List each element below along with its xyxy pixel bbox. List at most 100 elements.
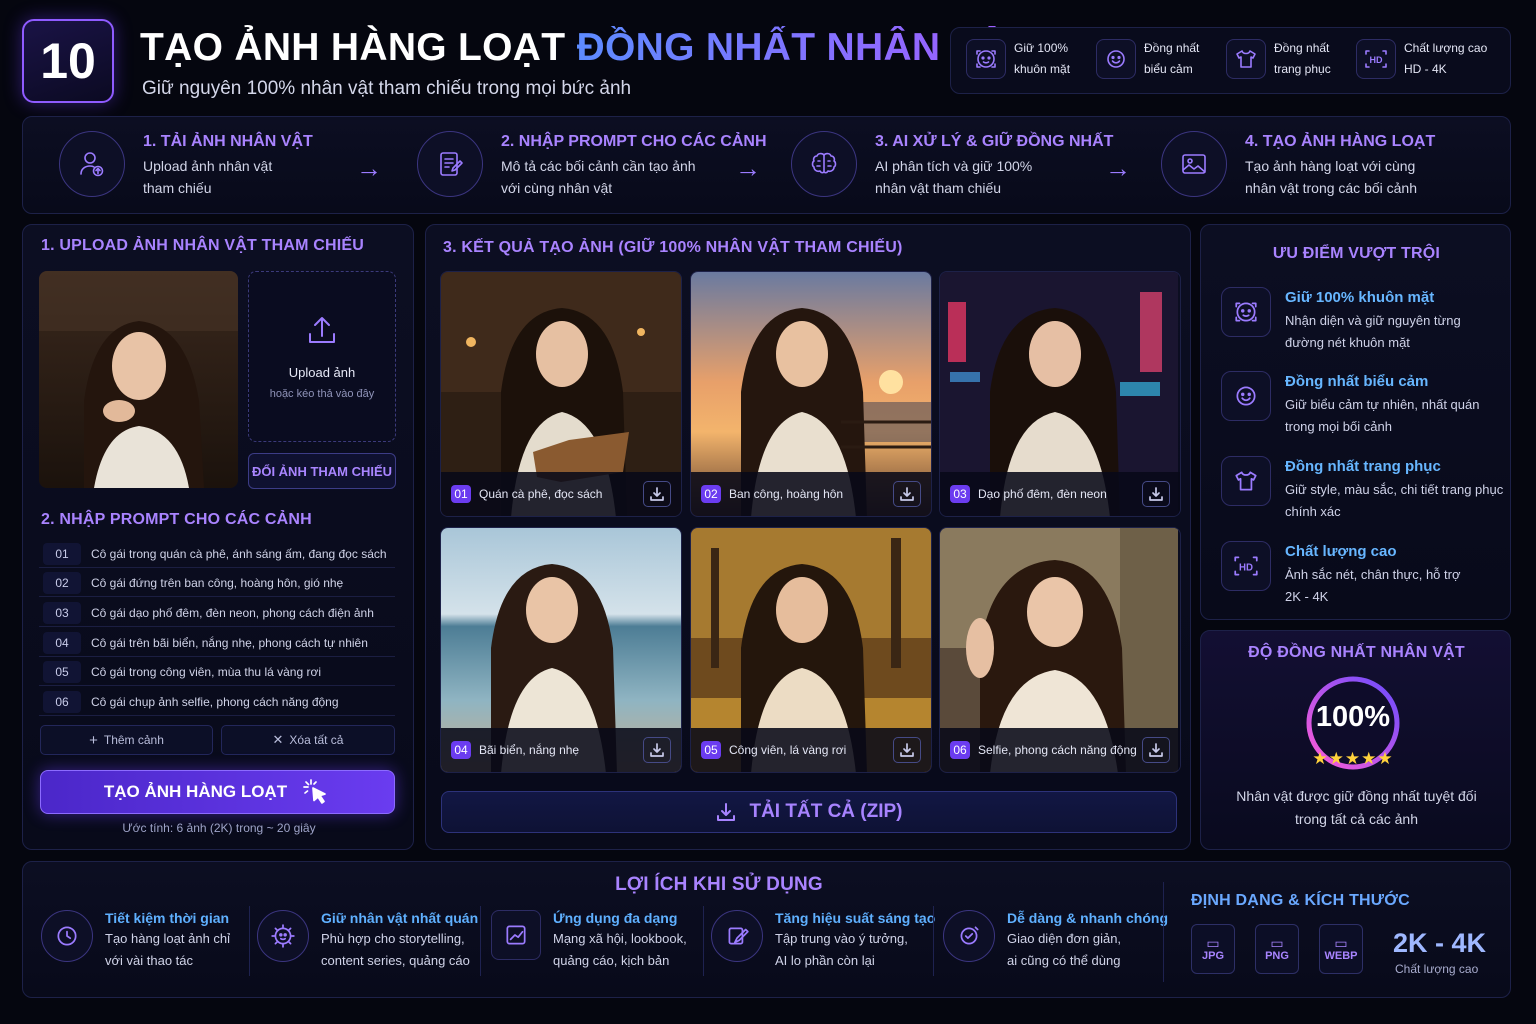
result-number: 02 [701,485,721,503]
edit-document-icon [417,131,483,197]
svg-text:HD: HD [1370,55,1383,65]
generate-batch-button[interactable]: TẠO ẢNH HÀNG LOẠT [40,770,395,814]
user-gear-icon [257,910,309,962]
clear-all-label: Xóa tất cả [289,733,344,747]
prompt-row[interactable]: 05 Cô gái trong công viên, mùa thu lá vàn… [39,659,395,686]
download-button[interactable] [1142,737,1170,763]
number-badge: 10 [22,19,114,103]
advantage-desc: Nhận diện và giữ nguyên từng [1285,313,1461,328]
prompt-number: 04 [43,632,81,654]
result-card[interactable]: 02 Ban công, hoàng hôn [690,271,932,517]
prompt-row[interactable]: 06 Cô gái chụp ảnh selfie, phong cách năn… [39,689,395,716]
feature-label: Chất lượng cao [1404,41,1488,55]
advantage-desc: Giữ style, màu sắc, chi tiết trang phục [1285,482,1504,497]
page-title: TẠO ẢNH HÀNG LOẠT ĐỒNG NHẤT NHÂN VẬT [140,26,1030,70]
result-caption-bar: 02 Ban công, hoàng hôn [691,472,931,516]
result-number: 01 [451,485,471,503]
prompt-number: 03 [43,602,81,624]
input-panel: 1. UPLOAD ẢNH NHÂN VẬT THAM CHIẾU Upload… [22,224,414,850]
result-card[interactable]: 03 Dạo phố đêm, đèn neon [939,271,1181,517]
shirt-icon [1226,39,1266,79]
step-3: 3. AI XỬ LÝ & GIỮ ĐỒNG NHẤT AI phân tích … [791,131,1113,199]
add-scene-button[interactable]: + Thêm cảnh [40,725,213,755]
step-2: 2. NHẬP PROMPT CHO CÁC CẢNH Mô tả các bối… [417,131,767,199]
consistency-line: trong tất cả các ảnh [1295,811,1418,827]
result-card[interactable]: 04 Bãi biển, nắng nhẹ [440,527,682,773]
prompt-text: Cô gái trong quán cà phê, ánh sáng ấm, đ… [91,547,387,561]
hd-icon: HD [1221,541,1271,591]
benefit-desc: Tập trung vào ý tưởng, [775,931,908,946]
step-title: 1. TẢI ẢNH NHÂN VẬT [143,133,313,150]
advantage-desc: chính xác [1285,504,1341,519]
advantage-desc: 2K - 4K [1285,589,1329,604]
prompt-text: Cô gái trên bãi biển, nắng nhẹ, phong cá… [91,636,368,650]
feature-sublabel: biểu cảm [1144,62,1193,76]
advantage-item: HD Chất lượng cao Ảnh sắc nét, chân thực,… [1221,541,1461,608]
user-upload-icon [59,131,125,197]
step-desc: với cùng nhân vật [501,180,613,196]
feature-face: Giữ 100% khuôn mặt [966,38,1070,80]
advantage-title: Chất lượng cao [1285,543,1397,560]
advantage-desc: Giữ biểu cảm tự nhiên, nhất quán [1285,397,1480,412]
step-title: 2. NHẬP PROMPT CHO CÁC CẢNH [501,133,767,150]
download-icon [650,487,664,501]
download-button[interactable] [893,737,921,763]
upload-icon [309,317,335,343]
feature-sublabel: khuôn mặt [1014,62,1071,76]
benefit-item: Giữ nhân vật nhất quán Phù hợp cho storyt… [257,910,478,972]
consistency-percent: 100% [1315,701,1391,733]
upload-section-title: 1. UPLOAD ẢNH NHÂN VẬT THAM CHIẾU [41,237,365,254]
download-all-label: TẢI TẤT CẢ (ZIP) [749,801,903,822]
jpg-format-icon: ▭ JPG [1191,924,1235,974]
swap-reference-button[interactable]: ĐỔI ẢNH THAM CHIẾU [248,453,396,489]
benefit-title: Tăng hiệu suất sáng tạo [775,910,936,926]
result-card[interactable]: 06 Selfie, phong cách năng động [939,527,1181,773]
face-icon [1221,287,1271,337]
result-card[interactable]: 01 Quán cà phê, đọc sách [440,271,682,517]
prompt-row[interactable]: 03 Cô gái dạo phố đêm, đèn neon, phong cá… [39,600,395,627]
reference-photo[interactable] [39,271,238,488]
result-caption: Quán cà phê, đọc sách [479,487,603,501]
title-main: TẠO ẢNH HÀNG LOẠT [140,26,566,69]
size-range: 2K - 4K [1393,928,1487,958]
result-card[interactable]: 05 Công viên, lá vàng rơi [690,527,932,773]
cursor-click-icon [303,779,326,804]
download-button[interactable] [893,481,921,507]
advantage-desc: đường nét khuôn mặt [1285,335,1410,350]
consistency-line: Nhân vật được giữ đồng nhất tuyệt đối [1236,788,1477,804]
download-button[interactable] [1142,481,1170,507]
download-button[interactable] [643,481,671,507]
rating-stars: ★★★★★ [1312,749,1394,768]
benefit-item: Tiết kiệm thời gian Tạo hàng loạt ảnh chỉ… [41,910,230,972]
prompt-row[interactable]: 02 Cô gái đứng trên ban công, hoàng hôn, … [39,570,395,597]
benefit-item: Tăng hiệu suất sáng tạo Tập trung vào ý t… [711,910,935,972]
step-title: 3. AI XỬ LÝ & GIỮ ĐỒNG NHẤT [875,133,1114,150]
face-icon [966,39,1006,79]
download-icon [900,743,914,757]
result-caption-bar: 05 Công viên, lá vàng rơi [691,728,931,772]
prompt-row[interactable]: 04 Cô gái trên bãi biển, nắng nhẹ, phong … [39,630,395,657]
benefit-title: Tiết kiệm thời gian [105,910,230,926]
prompt-row[interactable]: 01 Cô gái trong quán cà phê, ánh sáng ấm,… [39,541,395,568]
step-desc: AI phân tích và giữ 100% [875,158,1033,174]
step-1: 1. TẢI ẢNH NHÂN VẬT Upload ảnh nhân vật th… [59,131,313,199]
clear-all-button[interactable]: ✕ Xóa tất cả [221,725,395,755]
advantage-item: Đồng nhất biểu cảm Giữ biểu cảm tự nhiên,… [1221,371,1479,438]
consistency-title: ĐỘ ĐỒNG NHẤT NHÂN VẬT [1248,644,1465,661]
result-caption: Bãi biển, nắng nhẹ [479,743,580,757]
download-button[interactable] [643,737,671,763]
benefit-desc: quảng cáo, kịch bản [553,953,670,968]
smile-icon [1096,39,1136,79]
upload-dropzone[interactable]: Upload ảnh hoặc kéo thả vào đây [248,271,396,442]
advantage-title: Giữ 100% khuôn mặt [1285,289,1435,306]
prompt-number: 02 [43,572,81,594]
step-4: 4. TẠO ẢNH HÀNG LOẠT Tạo ảnh hàng loạt vớ… [1161,131,1435,199]
download-all-zip-button[interactable]: TẢI TẤT CẢ (ZIP) [441,791,1177,833]
formats-title: ĐỊNH DẠNG & KÍCH THƯỚC [1191,892,1410,909]
arrow-right-icon: → [356,153,382,183]
close-icon: ✕ [272,732,284,747]
benefits-panel: LỢI ÍCH KHI SỬ DỤNG Tiết kiệm thời gian T… [22,861,1511,998]
clock-icon [41,910,93,962]
benefit-desc: với vài thao tác [105,953,194,968]
divider [480,906,481,976]
